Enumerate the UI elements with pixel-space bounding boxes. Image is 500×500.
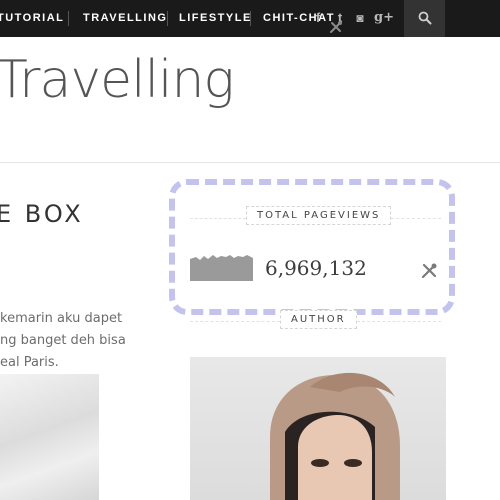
author-photo[interactable] [190, 357, 446, 500]
instagram-icon[interactable]: ◙ [353, 0, 367, 37]
header-divider [0, 162, 500, 163]
post-text-line: ng banget deh bisa [0, 333, 126, 348]
nav-item-lifestyle[interactable]: LIFESTYLE [179, 0, 252, 37]
post-text-line: kemarin aku dapet [0, 311, 123, 326]
top-navigation-bar: TUTORIAL TRAVELLING LIFESTYLE CHIT-CHAT … [0, 0, 500, 37]
search-button[interactable] [404, 0, 445, 37]
widget-highlight-outline [169, 179, 455, 315]
nav-separator [167, 11, 168, 26]
google-plus-icon[interactable]: g+ [374, 0, 394, 37]
widget-divider [190, 321, 280, 322]
search-icon [418, 11, 432, 25]
author-portrait-image [270, 372, 400, 500]
post-title[interactable]: E BOX [0, 200, 84, 228]
nav-item-tutorial[interactable]: TUTORIAL [0, 0, 64, 37]
edit-tools-icon[interactable] [329, 20, 343, 34]
page-title: Travelling [0, 50, 235, 110]
post-text-line: eal Paris. [0, 355, 59, 370]
nav-separator [250, 11, 251, 26]
nav-item-travelling[interactable]: TRAVELLING [83, 0, 167, 37]
nav-separator [68, 11, 69, 26]
facebook-icon[interactable]: f [311, 0, 325, 37]
author-widget-title: AUTHOR [280, 310, 357, 329]
widget-divider [357, 321, 441, 322]
post-image[interactable] [0, 374, 99, 500]
